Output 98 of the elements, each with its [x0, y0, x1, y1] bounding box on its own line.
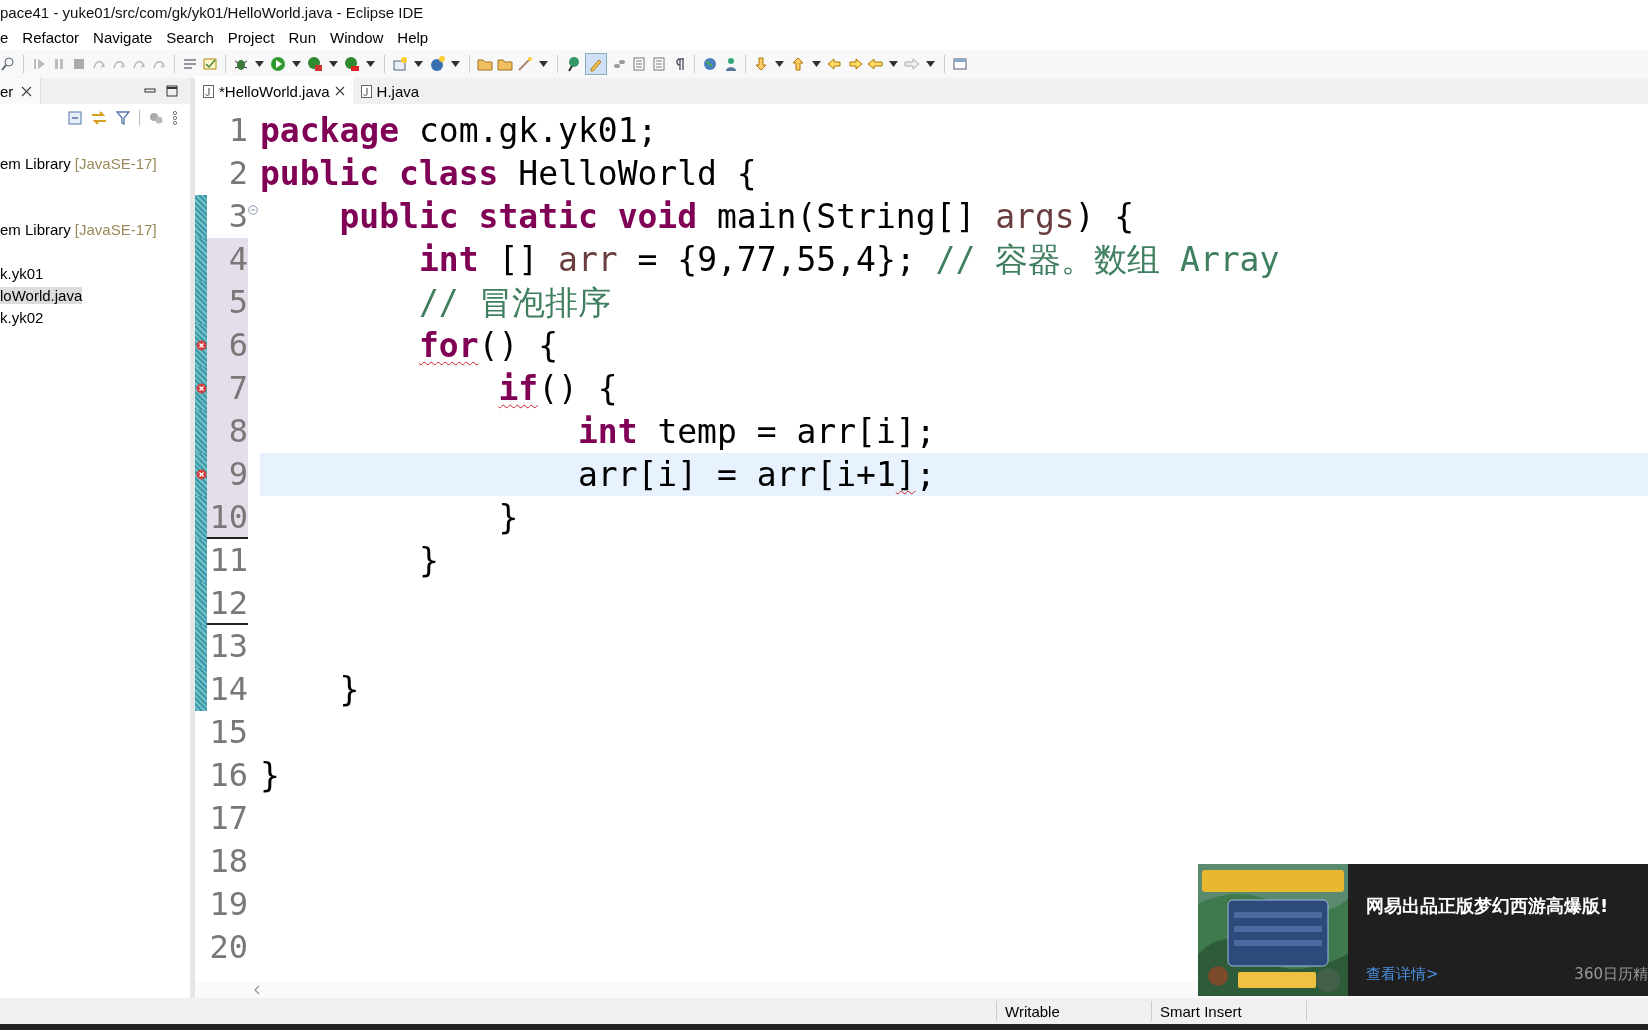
checklist-icon[interactable] — [202, 56, 218, 72]
tree-item[interactable]: em Library — [0, 154, 71, 172]
dropdown-caret-icon[interactable] — [889, 61, 898, 67]
window-title: pace41 - yuke01/src/com/gk/yk01/HelloWorld.java - Eclipse IDE — [0, 3, 424, 21]
new-icon[interactable] — [392, 56, 408, 72]
line-number: 19 — [208, 884, 248, 925]
code-line: } — [497, 498, 519, 537]
editor-tab[interactable]: H.java — [352, 78, 428, 104]
line-number: 9 — [207, 453, 248, 496]
menu-item[interactable]: Search — [166, 28, 221, 46]
wand-icon[interactable] — [517, 56, 533, 72]
back-arrow-icon[interactable] — [867, 56, 883, 72]
notification-source: 360日历精 — [1574, 965, 1648, 984]
stop-icon[interactable] — [71, 56, 87, 72]
menu-item[interactable]: Navigate — [93, 28, 160, 46]
code-line: public static void main(String[] args) { — [338, 197, 1135, 236]
list-icon[interactable] — [182, 56, 198, 72]
menu-item[interactable]: Help — [397, 28, 436, 46]
code-line: package com.gk.yk01; — [260, 111, 658, 150]
dropdown-caret-icon[interactable] — [366, 61, 375, 67]
line-number: 20 — [208, 927, 248, 968]
code-line: } — [260, 756, 280, 795]
up-arrow-icon[interactable] — [790, 56, 806, 72]
run-tool-icon[interactable] — [307, 56, 323, 72]
menu-item[interactable]: e — [0, 28, 16, 46]
scroll-left-icon[interactable] — [253, 985, 261, 995]
dropdown-caret-icon[interactable] — [414, 61, 423, 67]
link-arrows-icon[interactable] — [91, 111, 107, 125]
filter-icon[interactable] — [116, 111, 130, 125]
down-arrow-icon[interactable] — [753, 56, 769, 72]
menu-item[interactable]: Run — [288, 28, 323, 46]
run-icon[interactable] — [270, 56, 286, 72]
line-number: 12 — [207, 582, 248, 625]
new-class-icon[interactable] — [429, 56, 445, 72]
line-number: 3 — [227, 196, 248, 237]
java-file-icon — [203, 84, 214, 98]
line-number: 2 — [227, 153, 248, 194]
notification-title: 网易出品正版梦幻西游高爆版! — [1366, 894, 1610, 918]
tree-item[interactable]: k.yk02 — [0, 308, 44, 326]
tree-item[interactable]: k.yk01 — [0, 264, 44, 282]
code-line: } — [338, 670, 360, 709]
document-icon[interactable] — [631, 56, 647, 72]
dropdown-caret-icon[interactable] — [539, 61, 548, 67]
line-number: 7 — [207, 367, 248, 410]
collapse-icon[interactable] — [248, 205, 258, 215]
line-number: 13 — [208, 626, 248, 667]
dropdown-caret-icon[interactable] — [926, 61, 935, 67]
run-config-icon[interactable] — [344, 56, 360, 72]
dropdown-caret-icon[interactable] — [775, 61, 784, 67]
code-line: // 冒泡排序 — [417, 283, 611, 322]
line-number: 11 — [208, 540, 248, 581]
code-line: public class HelloWorld { — [260, 154, 757, 193]
globe-icon[interactable] — [702, 56, 718, 72]
dropdown-caret-icon[interactable] — [812, 61, 821, 67]
line-number: 8 — [207, 410, 248, 453]
line-number: 1 — [227, 110, 248, 151]
line-number: 10 — [207, 496, 248, 539]
dropdown-caret-icon[interactable] — [255, 61, 264, 67]
dropdown-caret-icon[interactable] — [451, 61, 460, 67]
more-icon[interactable] — [172, 111, 178, 125]
status-text: Smart Insert — [1160, 1002, 1242, 1020]
editor-tab[interactable]: *HelloWorld.java — [195, 76, 353, 104]
dropdown-caret-icon[interactable] — [292, 61, 301, 67]
tree-item[interactable]: loWorld.java — [0, 286, 83, 304]
folder-icon[interactable] — [477, 56, 493, 72]
code-line: for() { — [417, 326, 559, 365]
tree-item-decoration: [JavaSE-17] — [74, 154, 157, 172]
status-text: Writable — [1005, 1002, 1060, 1020]
java-file-icon — [360, 84, 372, 98]
collapse-all-icon[interactable] — [68, 111, 82, 125]
code-line: if() { — [497, 369, 618, 408]
window-icon[interactable] — [952, 56, 968, 72]
menu-item[interactable]: Window — [330, 28, 391, 46]
code-line: int [] arr = {9,77,55,4}; // 容器。数组 Array — [417, 240, 1280, 279]
search-icon[interactable] — [0, 56, 16, 72]
code-line: } — [417, 541, 439, 580]
maximize-icon[interactable] — [166, 85, 178, 97]
code-line: arr[i] = arr[i+1]; — [576, 455, 936, 494]
close-icon[interactable] — [334, 86, 345, 96]
line-number: 16 — [208, 755, 248, 796]
line-number: 4 — [207, 238, 248, 281]
details-link[interactable]: 查看详情> — [1366, 965, 1439, 984]
view-tab[interactable]: er — [0, 78, 42, 104]
dropdown-caret-icon[interactable] — [329, 61, 338, 67]
menu-item[interactable]: Project — [227, 28, 282, 46]
line-number: 14 — [208, 669, 248, 710]
line-number: 5 — [207, 281, 248, 324]
menu-item[interactable]: Refactor — [22, 28, 87, 46]
tree-item[interactable]: em Library — [0, 220, 71, 238]
line-number: 18 — [208, 841, 248, 882]
tree-item-decoration: [JavaSE-17] — [74, 220, 157, 238]
line-number: 6 — [207, 324, 248, 367]
code-line: int temp = arr[i]; — [576, 412, 936, 451]
folder-icon[interactable] — [497, 56, 513, 72]
highlighter-toggle-button[interactable] — [585, 53, 607, 75]
line-number: 15 — [208, 712, 248, 753]
close-icon[interactable] — [21, 85, 33, 97]
line-number: 17 — [208, 798, 248, 839]
